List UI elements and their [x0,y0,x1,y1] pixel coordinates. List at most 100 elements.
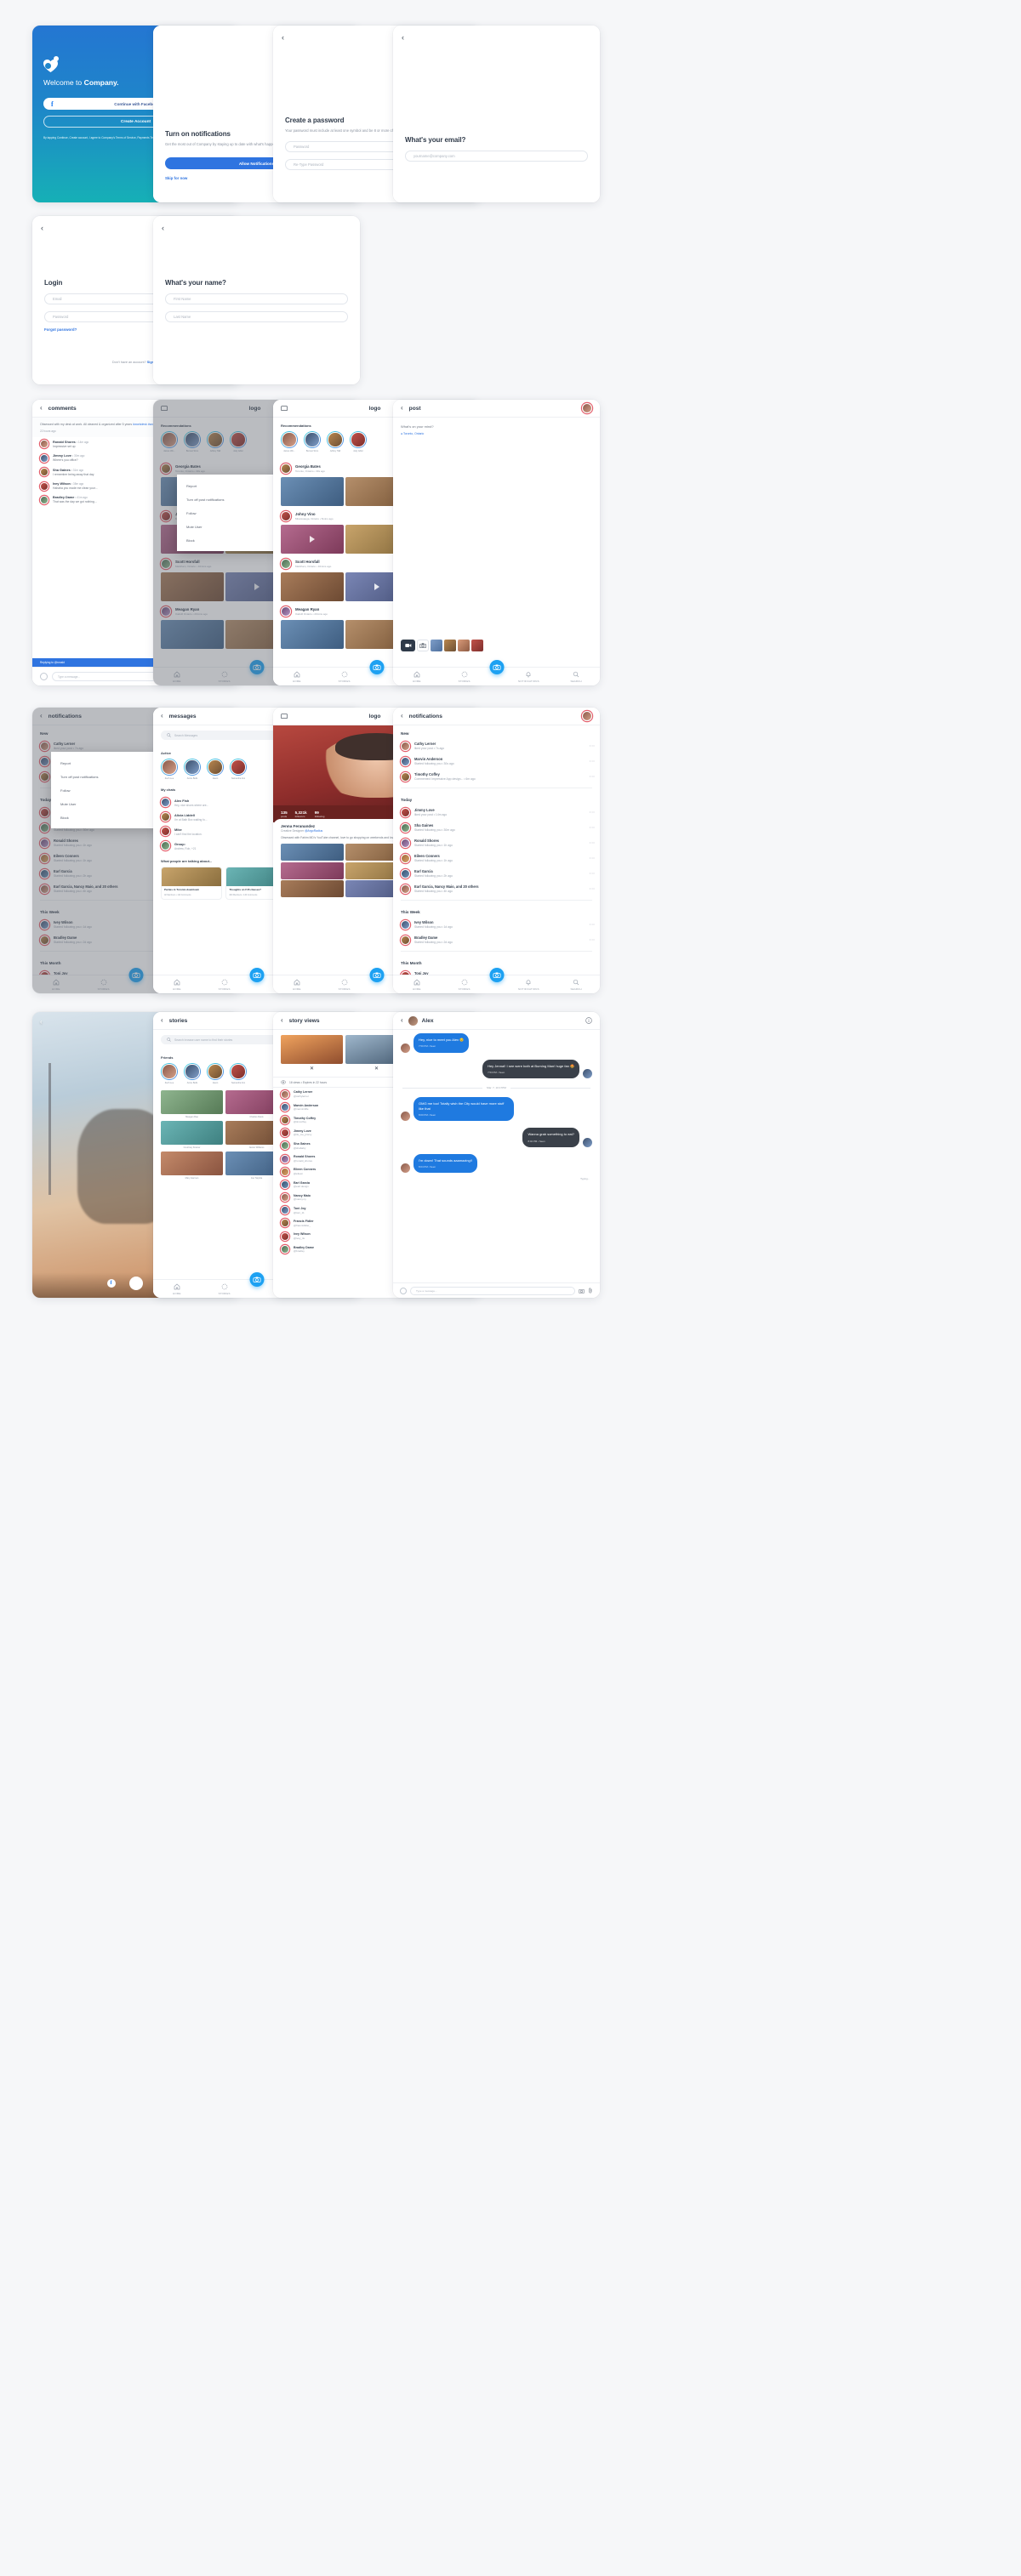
story-card[interactable]: Courtney Kramer [161,1121,223,1149]
profile-handle[interactable]: @ArgoRadius [305,829,322,833]
story-thumb[interactable] [281,1035,343,1064]
post-tile[interactable] [281,620,344,649]
shutter-button[interactable] [128,1277,143,1290]
back-chevron-icon[interactable]: ‹ [401,1017,403,1024]
post-tile[interactable] [281,572,344,601]
back-chevron-icon[interactable]: ‹ [281,1017,283,1024]
avatar[interactable] [281,1167,289,1176]
avatar[interactable] [401,771,410,782]
notification-menu-icon[interactable]: ⋮ [589,774,594,779]
avatar[interactable] [401,756,410,766]
messages-icon[interactable] [281,713,288,719]
avatar[interactable] [583,1137,592,1147]
notification-row[interactable]: Ronald Shores Started following you • 1h … [393,835,600,850]
profile-photo[interactable] [281,880,344,898]
notification-row[interactable]: Earl Garcia, Nancy Maio, and 20 others St… [393,881,600,896]
notification-menu-icon[interactable]: ⋮ [589,886,594,891]
camera-fab-button[interactable] [249,968,264,982]
camera-fab-button[interactable] [489,660,504,674]
story-item[interactable]: Jeffery Hall [327,431,344,452]
avatar[interactable] [281,511,291,521]
notification-menu-icon[interactable]: ⋮ [589,810,594,815]
friend-story[interactable]: Annie Bells [184,1063,201,1084]
friend-story[interactable]: Samantha Fox [230,1063,247,1084]
avatar[interactable] [281,559,291,569]
menu-item[interactable]: Block [51,810,170,824]
notification-row[interactable]: Jimmy Loveliked your post • 14m ago ⋮ [393,805,600,820]
avatar[interactable] [401,1043,410,1053]
avatar[interactable] [161,798,170,807]
back-chevron-icon[interactable]: ‹ [401,713,403,719]
active-person[interactable]: Zach Lee [161,759,178,780]
menu-item[interactable]: Follow [51,783,170,797]
close-icon[interactable]: ✕ [281,1066,343,1072]
back-chevron-icon[interactable]: ‹ [40,1019,43,1026]
notification-menu-icon[interactable]: ⋮ [589,825,594,830]
avatar[interactable] [281,1244,289,1254]
tab-search[interactable]: SEARCH [552,671,600,683]
media-picker-row[interactable] [393,640,600,651]
tab-home[interactable]: HOME [273,671,321,683]
friend-story[interactable]: Zach Lee [161,1063,178,1084]
notification-row[interactable]: Timothy CoffeyCommented: Impressive App … [393,769,600,784]
avatar[interactable] [281,1206,289,1215]
avatar[interactable] [281,1180,289,1189]
avatar[interactable] [583,1069,592,1078]
active-person[interactable]: Jason [207,759,224,780]
avatar[interactable] [401,868,410,879]
back-chevron-icon[interactable]: ‹ [161,1017,163,1024]
camera-fab-button[interactable] [249,1272,264,1287]
gallery-thumb[interactable] [431,640,442,651]
notification-row[interactable]: Cathy Lernerliked your post • 7s ago ⋮ [393,738,600,753]
notification-options-menu[interactable]: Report Turn off post notifications Follow M… [51,752,170,828]
avatar[interactable] [281,1089,289,1099]
active-person[interactable]: Samantha Fox [230,759,247,780]
avatar[interactable] [40,440,48,449]
chat-composer[interactable]: Type a message... [393,1282,600,1298]
story-item[interactable]: Judy Adler [350,431,367,452]
avatar[interactable] [408,1015,418,1026]
notification-row[interactable]: Bradley Dame Started following you • 2d a… [393,932,600,947]
avatar[interactable] [401,853,410,863]
tab-home[interactable]: HOME [393,671,441,683]
tab-stories[interactable]: STORIES [321,979,368,991]
tab-stories[interactable]: STORIES [321,671,368,683]
post-tile[interactable] [281,525,344,554]
avatar[interactable] [281,1141,289,1151]
emoji-icon[interactable] [40,673,48,680]
avatar[interactable] [281,1102,289,1112]
menu-item[interactable]: Turn off post notifications [51,770,170,783]
avatar[interactable] [161,812,170,822]
tab-home[interactable]: HOME [153,979,201,991]
avatar[interactable] [582,403,592,413]
post-location[interactable]: ● Toronto, Ontario [401,432,592,435]
email-field[interactable]: yourname@company.com [405,151,588,162]
avatar[interactable] [161,827,170,836]
avatar[interactable] [281,1219,289,1228]
back-chevron-icon[interactable]: ‹ [282,34,284,42]
notification-row[interactable]: Eileen Conners Started following you • 1h… [393,850,600,866]
camera-icon[interactable] [579,1288,585,1294]
emoji-icon[interactable] [400,1287,407,1294]
tab-stories[interactable]: STORIES [441,979,488,991]
avatar[interactable] [401,919,410,930]
avatar[interactable] [401,935,410,945]
tab-home[interactable]: HOME [273,979,321,991]
tab-search[interactable]: SEARCH [552,979,600,991]
avatar[interactable] [401,822,410,833]
avatar[interactable] [40,453,48,463]
notification-row[interactable]: Ivey Wilson Started following you • 1d ag… [393,917,600,932]
messages-icon[interactable] [281,405,288,412]
first-name-field[interactable]: First Name [165,293,348,304]
avatar[interactable] [401,807,410,817]
notification-row[interactable]: Earl Garcia Started following you • 2h ag… [393,866,600,881]
camera-fab-button[interactable] [369,968,384,982]
gallery-thumb[interactable] [444,640,456,651]
avatar[interactable] [40,481,48,491]
video-button[interactable] [401,640,415,651]
notification-menu-icon[interactable]: ⋮ [589,840,594,845]
story-card[interactable]: Meagan Rae [161,1090,223,1118]
info-icon[interactable] [585,1017,592,1024]
menu-item[interactable]: Report [51,756,170,770]
back-chevron-icon[interactable]: ‹ [40,405,43,412]
